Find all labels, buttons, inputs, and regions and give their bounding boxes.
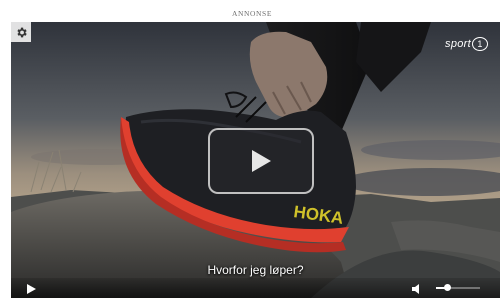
settings-button[interactable]: [11, 22, 31, 42]
video-player[interactable]: HOKA sport 1 Hvorfor jeg løper?: [11, 22, 500, 298]
video-title: Hvorfor jeg løper?: [207, 263, 304, 277]
gear-icon: [16, 27, 27, 37]
mute-button[interactable]: [411, 282, 423, 294]
play-button[interactable]: [25, 282, 37, 294]
channel-logo: sport 1: [445, 37, 488, 51]
big-play-button[interactable]: [208, 128, 314, 194]
volume-handle[interactable]: [444, 284, 451, 291]
speaker-icon: [412, 284, 419, 294]
volume-slider[interactable]: [436, 284, 480, 292]
play-icon: [27, 284, 36, 294]
channel-logo-number: 1: [472, 37, 488, 51]
play-icon: [252, 150, 271, 172]
ad-label: ANNONSE: [231, 9, 273, 18]
control-bar: [11, 278, 500, 298]
channel-logo-text: sport: [445, 38, 471, 50]
